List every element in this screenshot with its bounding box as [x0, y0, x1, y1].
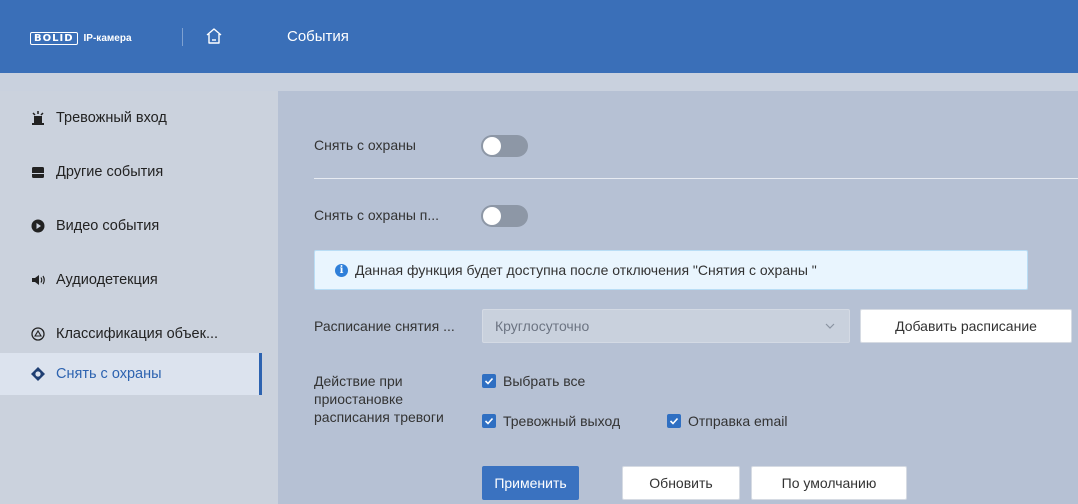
email-checkbox[interactable]: Отправка email: [667, 413, 787, 429]
chevron-down-icon: [825, 323, 835, 329]
sidebar-item-other-events[interactable]: Другие события: [0, 145, 262, 199]
alarm-output-label: Тревожный выход: [503, 413, 621, 429]
sidebar-item-audio-detection[interactable]: Аудиодетекция: [0, 253, 262, 307]
header-gap: [0, 73, 1078, 91]
video-event-icon: [30, 218, 46, 234]
disarm-icon: [30, 366, 46, 382]
header-divider: [182, 28, 183, 46]
add-schedule-button[interactable]: Добавить расписание: [860, 309, 1072, 343]
action-label-line: расписания тревоги: [314, 409, 444, 425]
sidebar: Тревожный вход Другие события Видео собы…: [0, 91, 278, 504]
refresh-button[interactable]: Обновить: [622, 466, 740, 500]
top-header: BOLID IP-камера События: [0, 0, 1078, 73]
schedule-select[interactable]: Круглосуточно: [482, 309, 850, 343]
check-icon: [482, 374, 496, 388]
sidebar-item-alarm-input[interactable]: Тревожный вход: [0, 91, 262, 145]
storage-event-icon: [30, 164, 46, 180]
check-icon: [482, 414, 496, 428]
sidebar-item-video-events[interactable]: Видео события: [0, 199, 262, 253]
alarm-input-icon: [30, 110, 46, 126]
home-icon[interactable]: [204, 26, 224, 46]
email-label: Отправка email: [688, 413, 788, 429]
sidebar-item-label: Классификация объек...: [56, 326, 219, 342]
info-banner: i Данная функция будет доступна после от…: [314, 250, 1028, 290]
speaker-icon: [30, 272, 46, 288]
check-icon: [667, 414, 681, 428]
info-icon: i: [335, 263, 348, 277]
page-title: События: [287, 28, 349, 45]
schedule-select-value: Круглосуточно: [495, 318, 590, 334]
info-text: Данная функция будет доступна после откл…: [355, 262, 817, 278]
logo-text: IP-камера: [83, 32, 132, 44]
select-all-label: Выбрать все: [503, 373, 586, 389]
action-label-line: Действие при: [314, 373, 403, 389]
action-label-line: приостановке: [314, 391, 404, 407]
apply-button[interactable]: Применить: [482, 466, 579, 500]
select-all-checkbox[interactable]: Выбрать все: [482, 373, 585, 389]
sidebar-item-label: Другие события: [56, 164, 164, 180]
action-label: Действие при приостановке расписания тре…: [314, 372, 444, 426]
sidebar-item-label: Тревожный вход: [56, 110, 167, 126]
logo-brand: BOLID: [30, 31, 78, 45]
disarm-schedule-label: Снять с охраны п...: [314, 207, 440, 223]
disarm-toggle[interactable]: [481, 135, 528, 157]
sidebar-item-disarm[interactable]: Снять с охраны: [0, 353, 262, 395]
disarm-label: Снять с охраны: [314, 137, 416, 153]
sidebar-item-label: Снять с охраны: [56, 366, 162, 382]
brand-logo: BOLID IP-камера: [30, 30, 132, 46]
sidebar-item-label: Аудиодетекция: [56, 272, 158, 288]
classification-icon: [30, 326, 46, 342]
sidebar-item-label: Видео события: [56, 218, 160, 234]
main-content: Снять с охраны Снять с охраны п... i Дан…: [278, 91, 1078, 504]
alarm-output-checkbox[interactable]: Тревожный выход: [482, 413, 620, 429]
section-divider: [314, 178, 1078, 179]
toggle-knob: [483, 137, 501, 155]
toggle-knob: [483, 207, 501, 225]
default-button[interactable]: По умолчанию: [751, 466, 907, 500]
schedule-label: Расписание снятия ...: [314, 318, 455, 334]
disarm-schedule-toggle[interactable]: [481, 205, 528, 227]
